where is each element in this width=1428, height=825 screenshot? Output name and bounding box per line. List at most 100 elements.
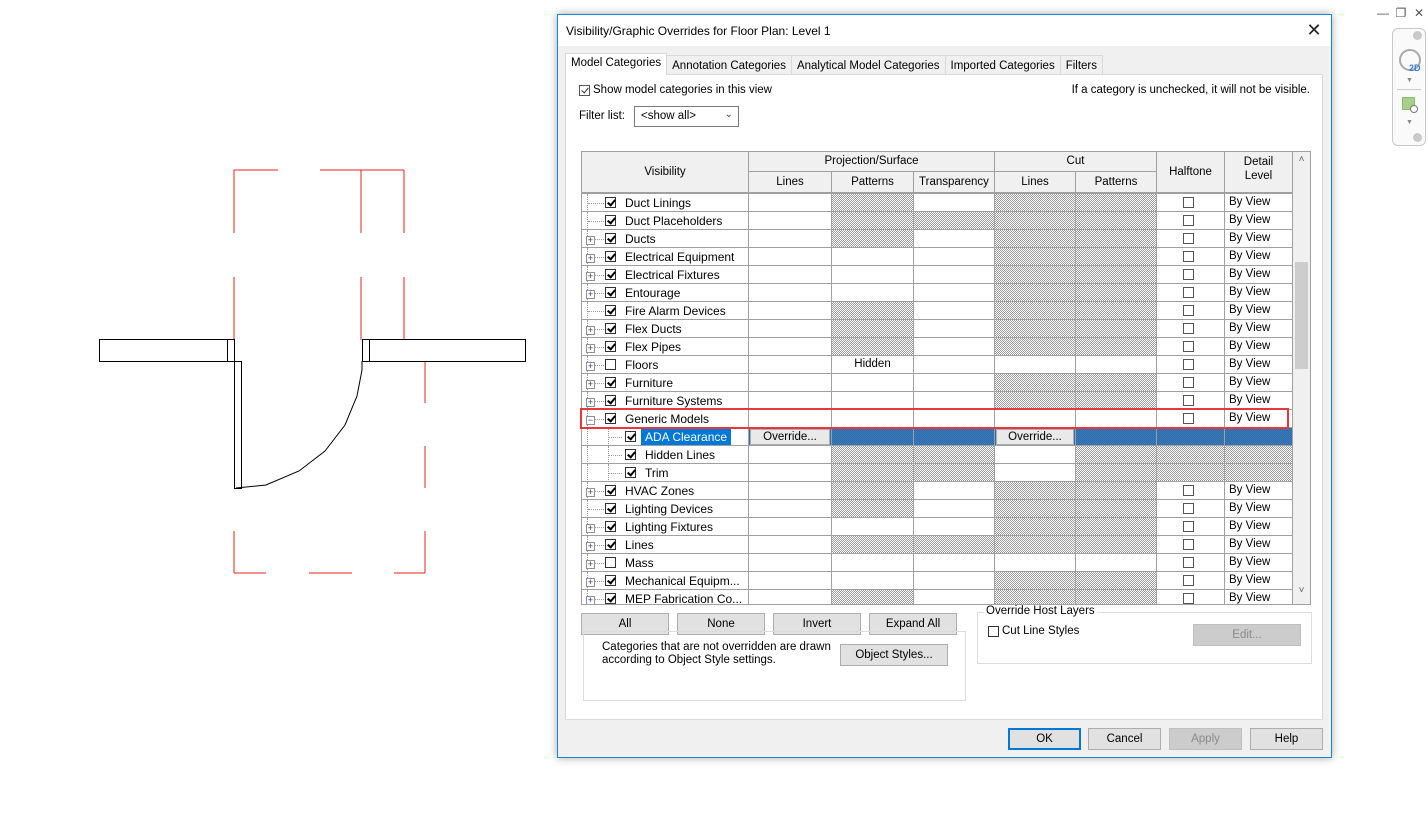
visibility-checkbox[interactable] [605,539,616,550]
visibility-checkbox[interactable] [605,557,616,568]
door[interactable] [234,361,363,489]
cut-patterns-cell[interactable] [1076,392,1157,410]
proj-lines-cell[interactable] [749,554,832,572]
proj-patterns-cell[interactable] [832,374,914,392]
halftone-cell[interactable] [1157,320,1225,338]
cut-lines-cell[interactable] [995,446,1076,464]
checkbox-icon[interactable] [579,84,590,96]
detail-level-cell[interactable] [1225,446,1293,464]
halftone-cell[interactable] [1157,572,1225,590]
dialog-close-button[interactable]: ✕ [1303,19,1325,41]
tab-filters[interactable]: Filters [1059,55,1104,75]
wall-right[interactable] [369,339,526,362]
halftone-cell[interactable] [1157,536,1225,554]
cut-lines-cell[interactable] [995,410,1076,428]
cut-lines-cell[interactable] [995,536,1076,554]
visibility-checkbox[interactable] [605,269,616,280]
category-row[interactable]: + HVAC Zones By View [582,482,1293,500]
category-row[interactable]: + Furniture Systems By View [582,392,1293,410]
proj-patterns-cell[interactable] [832,284,914,302]
proj-patterns-cell[interactable] [832,446,914,464]
proj-patterns-cell[interactable] [832,212,914,230]
cut-lines-cell[interactable] [995,230,1076,248]
halftone-cell[interactable] [1157,464,1225,482]
proj-patterns-cell[interactable] [832,230,914,248]
proj-patterns-cell[interactable] [832,248,914,266]
cut-patterns-cell[interactable] [1076,410,1157,428]
halftone-checkbox[interactable] [1183,305,1194,316]
minimize-icon[interactable]: — [1377,6,1389,20]
cut-lines-cell[interactable] [995,266,1076,284]
cut-lines-cell[interactable] [995,572,1076,590]
visibility-checkbox[interactable] [605,287,616,298]
walls[interactable] [99,339,526,362]
transparency-cell[interactable] [914,536,995,554]
cut-lines-cell[interactable] [995,482,1076,500]
detail-level-cell[interactable] [1225,428,1293,446]
proj-lines-cell[interactable] [749,230,832,248]
category-row[interactable]: Lighting Devices By View [582,500,1293,518]
proj-patterns-cell[interactable] [832,320,914,338]
transparency-cell[interactable] [914,194,995,212]
category-row[interactable]: + Floors Hidden By View [582,356,1293,374]
halftone-checkbox[interactable] [1183,269,1194,280]
halftone-cell[interactable] [1157,338,1225,356]
cut-patterns-cell[interactable] [1076,572,1157,590]
navbar-options-icon[interactable] [1413,133,1422,142]
cut-line-styles-checkbox[interactable]: Cut Line Styles [988,625,1079,637]
halftone-checkbox[interactable] [1183,323,1194,334]
cut-patterns-cell[interactable] [1076,446,1157,464]
ada-clearance-boundary[interactable] [233,169,426,574]
header-visibility[interactable]: Visibility [582,152,749,194]
category-row[interactable]: + Flex Ducts By View [582,320,1293,338]
category-row[interactable]: + Electrical Fixtures By View [582,266,1293,284]
checkbox-icon[interactable] [988,625,999,637]
halftone-checkbox[interactable] [1183,197,1194,208]
cut-lines-cell[interactable] [995,338,1076,356]
cut-patterns-cell[interactable] [1076,554,1157,572]
category-row[interactable]: + Lighting Fixtures By View [582,518,1293,536]
cut-patterns-cell[interactable] [1076,302,1157,320]
zoom-dropdown-icon[interactable]: ▼ [1406,119,1413,126]
halftone-checkbox[interactable] [1183,215,1194,226]
visibility-checkbox[interactable] [625,467,636,478]
proj-patterns-cell[interactable] [832,482,914,500]
proj-lines-cell[interactable] [749,338,832,356]
transparency-cell[interactable] [914,428,995,446]
detail-level-cell[interactable]: By View [1225,284,1293,302]
transparency-cell[interactable] [914,590,995,604]
detail-level-cell[interactable]: By View [1225,248,1293,266]
transparency-cell[interactable] [914,284,995,302]
cut-patterns-cell[interactable] [1076,194,1157,212]
transparency-cell[interactable] [914,464,995,482]
halftone-checkbox[interactable] [1183,593,1194,604]
halftone-cell[interactable] [1157,230,1225,248]
category-row[interactable]: + Mechanical Equipm... By View [582,572,1293,590]
expand-icon[interactable]: + [586,344,595,353]
ok-button[interactable]: OK [1008,728,1081,750]
cut-patterns-cell[interactable] [1076,374,1157,392]
transparency-cell[interactable] [914,392,995,410]
cut-lines-cell[interactable] [995,284,1076,302]
cut-lines-cell[interactable] [995,518,1076,536]
detail-level-cell[interactable]: By View [1225,536,1293,554]
category-row[interactable]: + Furniture By View [582,374,1293,392]
cut-patterns-cell[interactable] [1076,590,1157,604]
halftone-cell[interactable] [1157,392,1225,410]
proj-lines-cell[interactable] [749,464,832,482]
detail-level-cell[interactable]: By View [1225,266,1293,284]
transparency-cell[interactable] [914,212,995,230]
apply-button[interactable]: Apply [1169,728,1242,750]
cancel-button[interactable]: Cancel [1088,728,1161,750]
proj-patterns-cell[interactable] [832,500,914,518]
proj-lines-cell[interactable] [749,248,832,266]
detail-level-cell[interactable]: By View [1225,500,1293,518]
cut-lines-cell[interactable] [995,554,1076,572]
expand-icon[interactable]: + [586,488,595,497]
visibility-checkbox[interactable] [605,233,616,244]
proj-patterns-cell[interactable] [832,302,914,320]
expand-icon[interactable]: + [586,254,595,263]
halftone-checkbox[interactable] [1183,557,1194,568]
category-row[interactable]: + Mass By View [582,554,1293,572]
detail-level-cell[interactable]: By View [1225,392,1293,410]
